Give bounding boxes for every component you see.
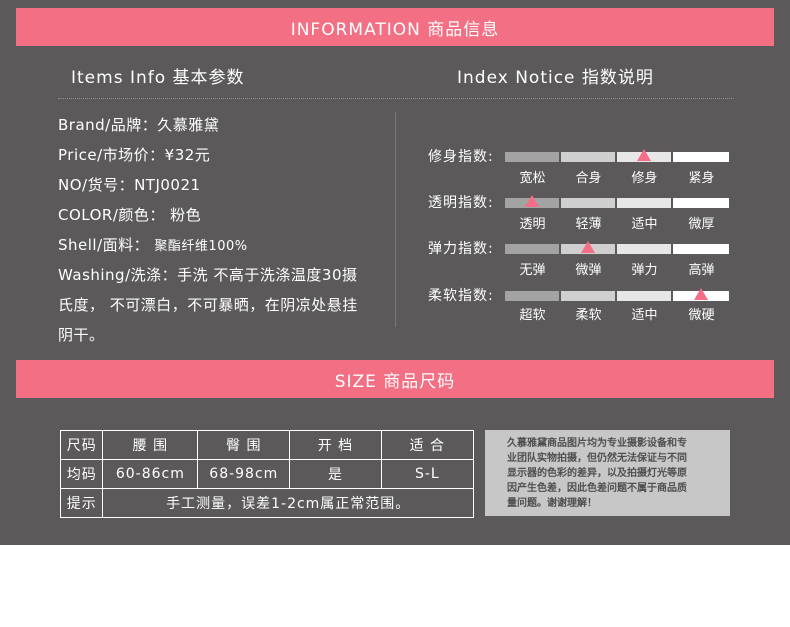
- index-label: 弹力指数:: [428, 241, 494, 257]
- level-label: 宽松: [519, 171, 546, 186]
- index-label: 透明指数:: [428, 195, 494, 211]
- table-cell: 60-86cm: [102, 459, 199, 489]
- index-label: 柔软指数:: [428, 288, 494, 304]
- size-banner: SIZE 商品尺码: [16, 360, 774, 398]
- level-label: 适中: [631, 217, 658, 232]
- level-label: 弹力: [631, 263, 658, 278]
- scale-segment: [505, 244, 559, 254]
- table-cell: 68-98cm: [197, 459, 291, 489]
- notice-line: 量问题。谢谢理解！: [507, 498, 597, 509]
- scale-segment: [673, 244, 729, 254]
- level-label: 微弹: [575, 263, 602, 278]
- table-row: 均码 60-86cm 68-98cm 是 S-L: [59, 459, 475, 489]
- shell-label: Shell/面料：: [58, 236, 155, 254]
- brand-line: Brand/品牌：久慕雅黛: [58, 116, 220, 134]
- scale-segment: [617, 244, 671, 254]
- table-cell: 是: [289, 459, 382, 489]
- scale-segment: [617, 291, 671, 301]
- level-label: 无弹: [519, 263, 546, 278]
- dotted-divider: [58, 98, 734, 99]
- notice-line: 因产生色差，因此色差问题不属于商品质: [507, 483, 687, 494]
- scale-segment: [561, 198, 615, 208]
- price-line: Price/市场价：¥32元: [58, 146, 211, 164]
- table-header-cell: 腰 围: [102, 430, 199, 460]
- color-line: COLOR/颜色： 粉色: [58, 206, 202, 224]
- scale-segment: [561, 152, 615, 162]
- index-notice-title: Index Notice 指数说明: [457, 68, 654, 88]
- color-difference-notice: 久慕雅黛商品图片均为专业摄影设备和专 业团队实物拍摄，但仍然无法保证与不同 显示…: [485, 430, 730, 516]
- scale-segment: [673, 152, 729, 162]
- information-banner-title: INFORMATION 商品信息: [290, 19, 500, 40]
- scale-segment: [673, 198, 729, 208]
- information-banner: INFORMATION 商品信息: [16, 8, 774, 46]
- scale-segment: [505, 291, 559, 301]
- table-cell: 均码: [59, 459, 104, 489]
- table-header-cell: 臀 围: [197, 430, 291, 460]
- washing-line-1: Washing/洗涤：手洗 不高于洗涤温度30摄: [58, 266, 358, 284]
- level-label: 柔软: [575, 308, 602, 323]
- level-label: 透明: [519, 217, 546, 232]
- level-label: 适中: [631, 308, 658, 323]
- level-label: 紧身: [688, 171, 715, 186]
- scale-segment: [561, 291, 615, 301]
- items-info-title: Items Info 基本参数: [71, 68, 245, 88]
- size-banner-title: SIZE 商品尺码: [334, 371, 456, 392]
- index-label: 修身指数:: [428, 149, 494, 165]
- item-number-line: NO/货号：NTJ0021: [58, 176, 201, 194]
- selected-level-marker: [581, 241, 595, 253]
- level-label: 轻薄: [575, 217, 602, 232]
- table-header-cell: 尺码: [59, 430, 104, 460]
- scale-segment: [505, 152, 559, 162]
- notice-line: 显示器的色彩的差异，以及拍摄灯光等原: [507, 468, 687, 479]
- level-label: 超软: [519, 308, 546, 323]
- size-table: 尺码 腰 围 臀 围 开 档 适 合 均码 60-86cm 68-98cm 是 …: [59, 430, 475, 518]
- table-header-cell: 开 档: [289, 430, 382, 460]
- notice-line: 久慕雅黛商品图片均为专业摄影设备和专: [507, 438, 687, 449]
- table-cell: S-L: [380, 459, 475, 489]
- table-header-row: 尺码 腰 围 臀 围 开 档 适 合: [59, 430, 475, 460]
- level-label: 微厚: [688, 217, 715, 232]
- table-header-cell: 适 合: [380, 430, 475, 460]
- scale-segment: [617, 198, 671, 208]
- level-label: 修身: [631, 171, 658, 186]
- selected-level-marker: [525, 195, 539, 207]
- level-label: 合身: [575, 171, 602, 186]
- tip-text: 手工测量，误差1-2cm属正常范围。: [102, 488, 474, 518]
- table-tip-row: 提示 手工测量，误差1-2cm属正常范围。: [59, 488, 474, 518]
- washing-line-2: 氏度， 不可漂白，不可暴晒，在阴凉处悬挂: [58, 296, 358, 314]
- vertical-divider: [395, 112, 396, 327]
- selected-level-marker: [694, 288, 708, 300]
- tip-label: 提示: [59, 488, 104, 518]
- level-label: 微硬: [688, 308, 715, 323]
- product-info-panel: INFORMATION 商品信息 Items Info 基本参数 Index N…: [0, 0, 790, 545]
- shell-value: 聚酯纤维100%: [154, 239, 248, 254]
- notice-line: 业团队实物拍摄，但仍然无法保证与不同: [507, 453, 687, 464]
- shell-line: Shell/面料： 聚酯纤维100%: [58, 234, 248, 255]
- washing-line-3: 阴干。: [58, 326, 105, 344]
- selected-level-marker: [637, 149, 651, 161]
- level-label: 高弹: [688, 263, 715, 278]
